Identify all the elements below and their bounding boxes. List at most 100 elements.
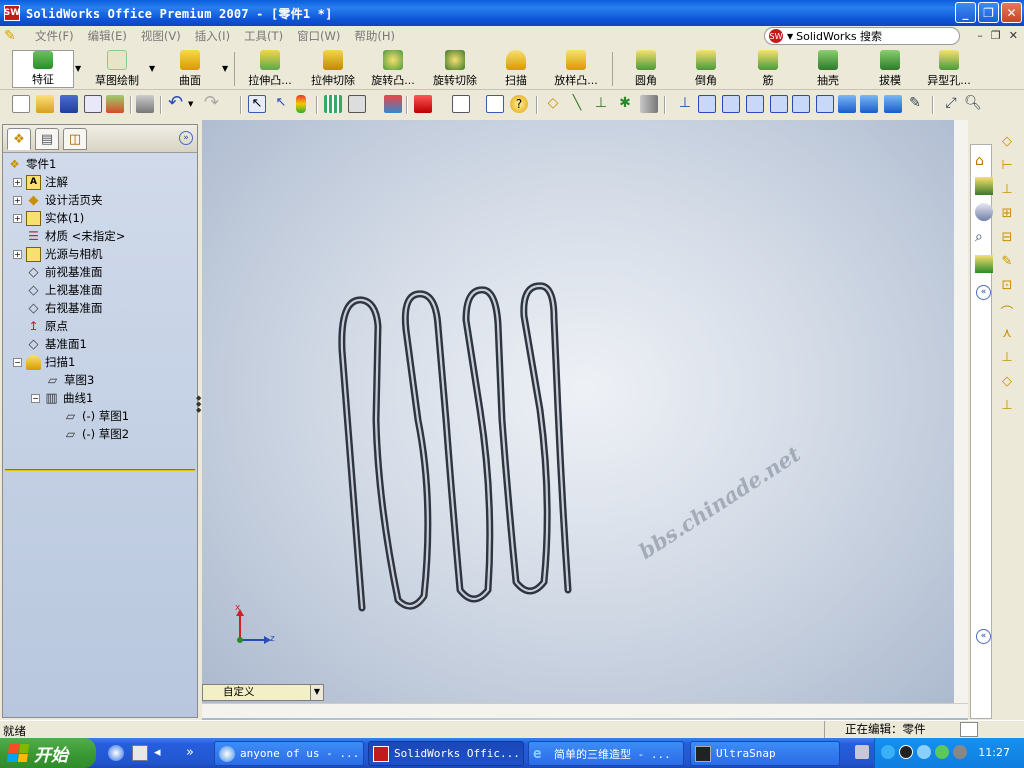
expand-icon[interactable]: + <box>13 213 22 223</box>
view-palette-icon[interactable] <box>975 255 993 273</box>
task-ultrasnap[interactable]: UltraSnap <box>690 741 840 766</box>
bottom-view-icon[interactable] <box>816 95 834 113</box>
help-icon[interactable]: ? <box>510 95 528 113</box>
vertical-dimension-icon[interactable]: ⊥ <box>998 182 1016 200</box>
collapse-icon[interactable]: − <box>13 357 22 367</box>
baseline-dimension-icon[interactable]: ⊞ <box>998 206 1016 224</box>
tree-item-sketch3[interactable]: ▱ 草图3 <box>45 371 94 389</box>
tree-item-annotations[interactable]: + A 注解 <box>13 173 68 191</box>
menu-insert[interactable]: 插入(I) <box>188 28 237 44</box>
surfaces-tab[interactable]: 曲面 <box>160 50 220 88</box>
tree-item-sweep1[interactable]: − 扫描1 <box>13 353 75 371</box>
tree-item-solid-bodies[interactable]: + 实体(1) <box>13 209 84 227</box>
restore-button[interactable]: ❐ <box>978 2 999 23</box>
select-pointer-icon[interactable]: ↖ <box>248 95 266 113</box>
search-icon[interactable]: ⌕ <box>975 229 993 247</box>
panel-splitter[interactable]: ◆ ◆ ◆ <box>196 395 201 421</box>
sketch-tab[interactable]: 草图绘制 <box>86 50 148 88</box>
normal-to-icon[interactable]: ⊥ <box>676 95 694 113</box>
vertical-scrollbar[interactable] <box>954 120 968 703</box>
tab-property-manager[interactable]: ▤ <box>35 128 59 150</box>
make-drawing-icon[interactable] <box>106 95 124 113</box>
horizontal-scrollbar[interactable] <box>202 703 968 718</box>
tab-feature-tree[interactable]: ❖ <box>7 128 31 150</box>
back-view-icon[interactable] <box>722 95 740 113</box>
hide-show-icon[interactable]: ✎ <box>906 95 924 113</box>
tray-app-icon[interactable] <box>881 745 895 759</box>
measure-icon[interactable] <box>348 95 366 113</box>
revolved-cut-button[interactable]: 旋转切除 <box>426 50 484 88</box>
undo-icon[interactable]: ↶ <box>168 94 186 113</box>
file-explorer-icon[interactable] <box>975 203 993 221</box>
isometric-view-icon[interactable] <box>838 95 856 113</box>
configuration-select[interactable]: 自定义 ▼ <box>202 684 324 701</box>
features-dropdown-icon[interactable]: ▼ <box>75 64 84 73</box>
collapse-toolbar-icon[interactable]: « <box>976 629 991 644</box>
menu-help[interactable]: 帮助(H) <box>347 28 402 44</box>
menu-file[interactable]: 文件(F) <box>28 28 81 44</box>
tree-item-origin[interactable]: ↥ 原点 <box>26 317 68 335</box>
media-quicklaunch-icon[interactable]: ◂ <box>154 745 170 761</box>
rib-button[interactable]: 筋 <box>756 50 780 88</box>
menu-edit[interactable]: 编辑(E) <box>81 28 134 44</box>
collapse-task-pane-icon[interactable]: « <box>976 285 991 300</box>
task-anyone-of-us[interactable]: anyone of us - ... <box>214 741 364 766</box>
keyboard-icon[interactable] <box>855 745 869 759</box>
save-icon[interactable] <box>60 95 78 113</box>
chevron-down-icon[interactable]: ▼ <box>310 685 323 700</box>
menu-view[interactable]: 视图(V) <box>134 28 188 44</box>
surfaces-dropdown-icon[interactable]: ▼ <box>222 64 231 73</box>
tree-item-top-plane[interactable]: ◇ 上视基准面 <box>26 281 103 299</box>
doc-close-button[interactable]: ✕ <box>1009 29 1018 42</box>
ordinate-dimension-icon[interactable]: ⊟ <box>998 230 1016 248</box>
doc-minimize-button[interactable]: – <box>977 29 983 42</box>
fillet-button[interactable]: 圆角 <box>630 50 662 88</box>
graphics-area[interactable]: x z bbs.chinade.net <box>202 120 968 720</box>
grid-icon[interactable] <box>324 95 342 113</box>
doc-restore-button[interactable]: ❐ <box>991 29 1001 42</box>
rebuild-icon[interactable] <box>296 95 306 113</box>
tree-item-right-plane[interactable]: ◇ 右视基准面 <box>26 299 103 317</box>
loft-boss-button[interactable]: 放样凸... <box>546 50 606 88</box>
instant3d-icon[interactable] <box>384 95 402 113</box>
relations-icon[interactable]: ⊥ <box>998 350 1016 368</box>
tree-item-plane1[interactable]: ◇ 基准面1 <box>26 335 87 353</box>
shell-button[interactable]: 抽壳 <box>812 50 844 88</box>
print-preview-icon[interactable] <box>84 95 102 113</box>
tree-item-sketch1[interactable]: ▱ (-) 草图1 <box>63 407 129 425</box>
task-browser[interactable]: e 简单的三维造型 - ... <box>528 741 684 766</box>
rollback-bar[interactable] <box>5 469 195 471</box>
chamfer-button[interactable]: 倒角 <box>690 50 722 88</box>
right-view-icon[interactable] <box>770 95 788 113</box>
path-length-icon[interactable]: ⋏ <box>998 326 1016 344</box>
features-tab[interactable]: 特征 <box>12 50 74 88</box>
sweep-button[interactable]: 扫描 <box>498 50 534 88</box>
menu-tools[interactable]: 工具(T) <box>237 28 290 44</box>
angle-dimension-icon[interactable]: ✎ <box>998 254 1016 272</box>
zoom-icon[interactable]: 🔍︎ <box>964 95 982 113</box>
hole-wizard-button[interactable]: 异型孔... <box>920 50 978 88</box>
start-button[interactable]: 开始 <box>0 738 96 768</box>
ref-point-icon[interactable]: ✱ <box>616 95 634 113</box>
undo-dropdown-icon[interactable]: ▼ <box>188 95 196 113</box>
expand-icon[interactable]: + <box>13 249 22 259</box>
tree-item-lights-cameras[interactable]: + 光源与相机 <box>13 245 103 263</box>
volume-icon[interactable] <box>953 745 967 759</box>
design-library-icon[interactable] <box>975 177 993 195</box>
menu-window[interactable]: 窗口(W) <box>290 28 347 44</box>
appearance-icon[interactable] <box>414 95 432 113</box>
select-other-icon[interactable]: ↖ <box>272 95 290 113</box>
search-dropdown-icon[interactable]: ▼ <box>787 32 793 41</box>
horizontal-dimension-icon[interactable]: ⊢ <box>998 158 1016 176</box>
minimize-button[interactable]: _ <box>955 2 976 23</box>
revolved-boss-button[interactable]: 旋转凸... <box>364 50 422 88</box>
top-view-icon[interactable] <box>792 95 810 113</box>
tree-root[interactable]: ❖ 零件1 <box>7 155 56 173</box>
collapse-icon[interactable]: − <box>31 393 40 403</box>
draft-button[interactable]: 拔模 <box>874 50 906 88</box>
fully-define-icon[interactable]: ◇ <box>998 374 1016 392</box>
tray-app-icon-2[interactable] <box>917 745 931 759</box>
print-icon[interactable] <box>136 95 154 113</box>
quicklaunch-more-icon[interactable]: » <box>186 745 198 761</box>
dimetric-view-icon[interactable] <box>884 95 902 113</box>
